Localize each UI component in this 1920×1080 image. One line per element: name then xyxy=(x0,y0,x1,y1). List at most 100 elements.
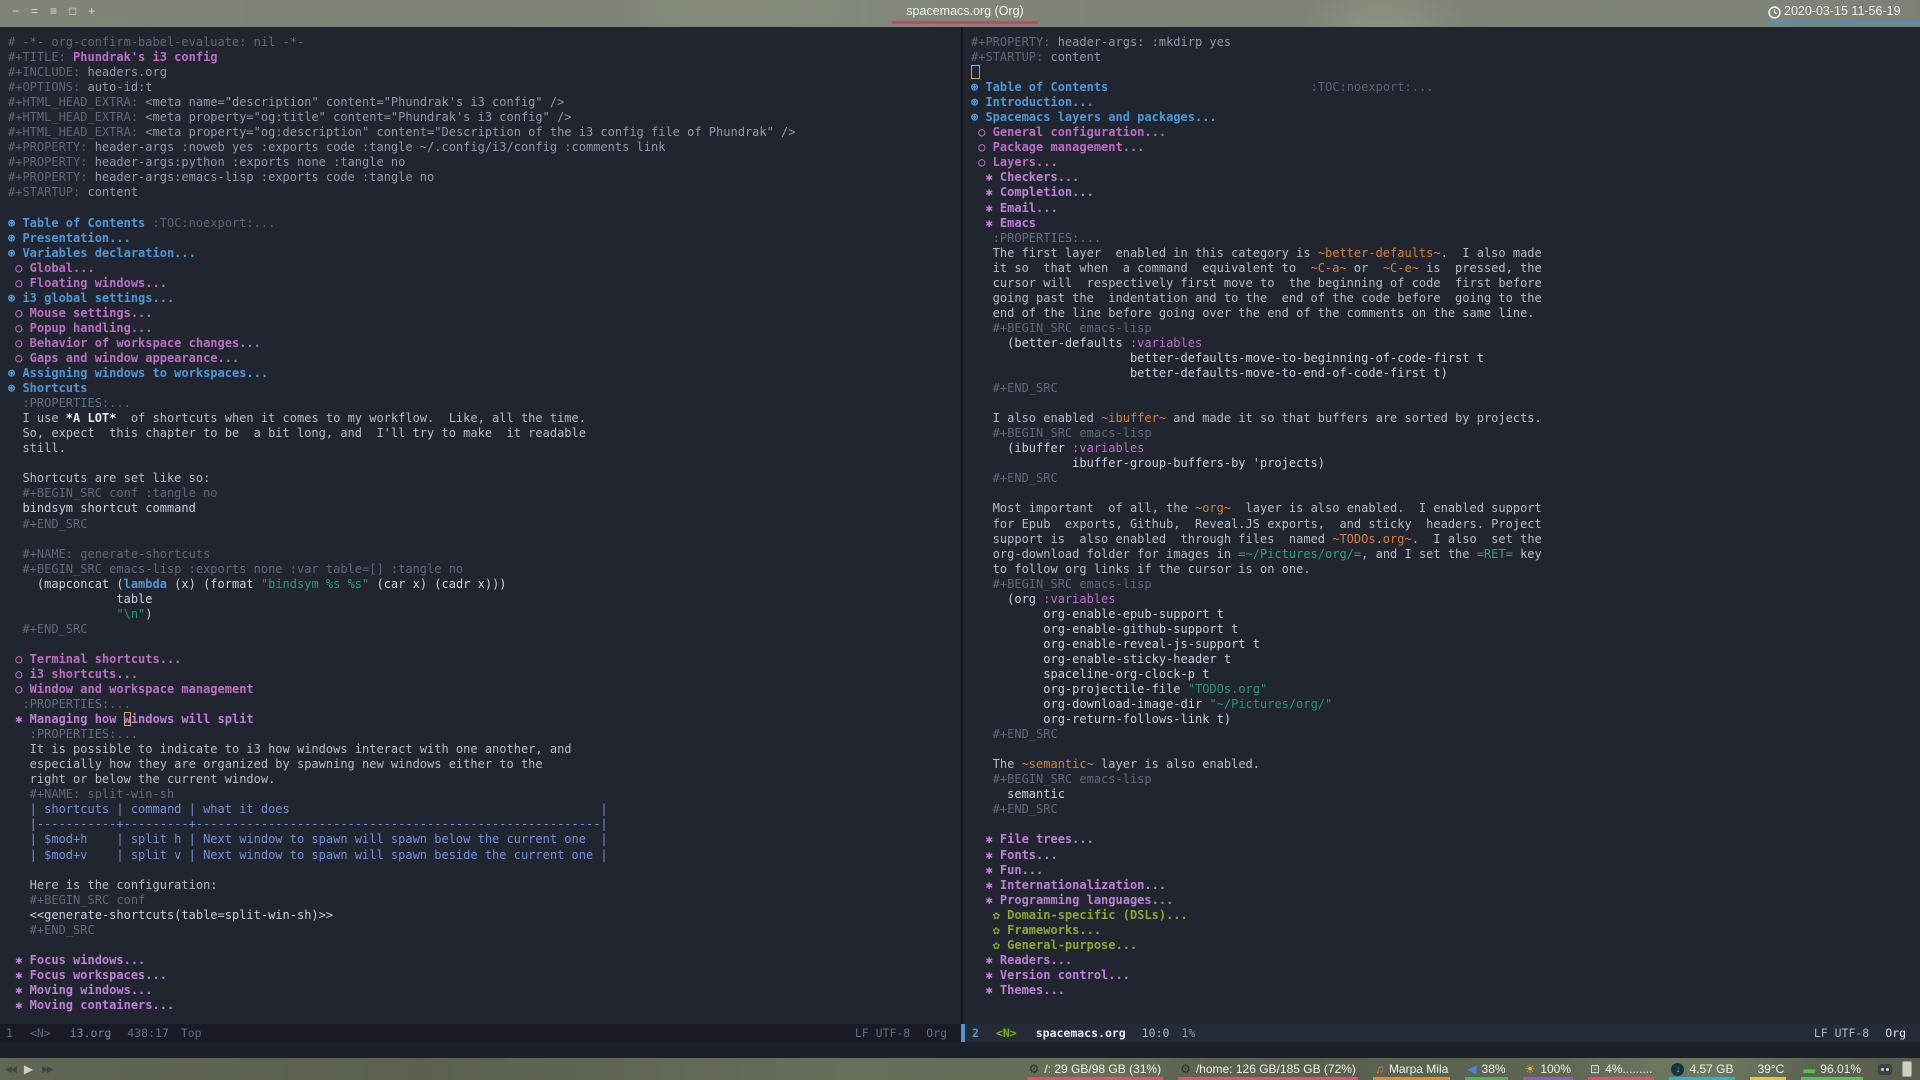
text-segment: cursor will respectively first move to t… xyxy=(971,275,1542,290)
buffer-line: ✱ Focus workspaces... xyxy=(8,968,796,983)
text-segment: Phundrak's i3 config xyxy=(73,50,218,65)
text-segment: #+STARTUP: xyxy=(971,50,1051,65)
play-button[interactable]: ▶ xyxy=(24,1062,33,1076)
buffer-line: Here is the configuration: xyxy=(8,878,796,893)
buffer-line: #+END_SRC xyxy=(8,622,796,637)
layout-icon-4[interactable]: + xyxy=(88,4,95,18)
buffer-line: ⊛ Spacemacs layers and packages... xyxy=(971,110,1542,125)
text-segment: #+BEGIN_SRC emacs-lisp xyxy=(971,576,1152,591)
text-segment: indows will split xyxy=(130,712,254,727)
status-bar: ◀◀ ▶ ▶▶ ⚙/: 29 GB/98 GB (31%) ⚙/home: 126 G… xyxy=(0,1058,1920,1080)
network-download-block[interactable]: ↓ 4.57 GB xyxy=(1669,1058,1736,1080)
text-segment: I use xyxy=(8,411,66,426)
temperature-block[interactable]: 39°C xyxy=(1750,1058,1787,1080)
text-segment: *A LOT* xyxy=(65,411,117,426)
buffer-line: ibuffer-group-buffers-by 'projects) xyxy=(971,456,1542,471)
text-segment: ⊛ Introduction... xyxy=(971,95,1094,110)
gear-icon: ⚙ xyxy=(1180,1062,1191,1076)
text-segment: ○ Layers... xyxy=(971,155,1058,170)
disk-home-block[interactable]: ⚙ /home: 126 GB/185 GB (72%) xyxy=(1178,1058,1358,1080)
volume-block[interactable]: ◀ 38% xyxy=(1465,1058,1508,1080)
buffer-pane-spacemacs-org[interactable]: #+PROPERTY: header-args: :mkdirp yes #+ST… xyxy=(963,27,1920,1024)
text-segment: #+BEGIN_SRC conf xyxy=(8,892,146,907)
buffer-line: ✿ Domain-specific (DSLs)... xyxy=(971,908,1542,923)
layout-icon-3[interactable]: □ xyxy=(69,4,76,18)
buffer-line: #+END_SRC xyxy=(8,517,796,532)
disk-root-block[interactable]: ⚙ /: 29 GB/98 GB (31%) xyxy=(1026,1058,1164,1080)
text-segment: #+END_SRC xyxy=(8,516,88,531)
text-segment: #+TITLE: xyxy=(8,50,74,65)
text-segment: to follow org links if the cursor is on … xyxy=(971,561,1311,576)
brightness-block[interactable]: ☀ 100% xyxy=(1522,1058,1574,1080)
text-segment: #+BEGIN_SRC emacs-lisp xyxy=(971,320,1152,335)
text-segment: bindsym shortcut command xyxy=(8,501,196,516)
text-segment: #+END_SRC xyxy=(8,621,88,636)
block-label: Marpa Mila xyxy=(1388,1062,1449,1076)
layout-icon-0[interactable]: − xyxy=(12,4,19,18)
text-segment: ~ibuffer~ xyxy=(1101,411,1167,426)
buffer-line: org-enable-epub-support t xyxy=(971,607,1542,622)
text-segment: ○ General configuration... xyxy=(971,125,1167,140)
text-segment: "bindsym %s %s" xyxy=(260,576,370,591)
buffer-line: cursor will respectively first move to t… xyxy=(971,276,1542,291)
buffer-line: |-----------+---------+-----------------… xyxy=(8,817,796,832)
buffer-line: #+HTML_HEAD_EXTRA: <meta property="og:de… xyxy=(8,125,796,140)
text-segment: org-projectile-file xyxy=(971,682,1188,697)
buffer-line: (org :variables xyxy=(971,592,1542,607)
text-segment: ○ Gaps and window appearance... xyxy=(8,350,240,365)
text-segment: ✿ Domain-specific (DSLs)... xyxy=(971,907,1188,922)
chat-tray-icon[interactable] xyxy=(1878,1063,1892,1075)
desktop-wallpaper: − = ≡ □ + spacemacs.org (Org) 2020-03-15 11-… xyxy=(0,0,1920,1080)
layout-icon-1[interactable]: = xyxy=(31,4,38,18)
text-segment: (x) (format xyxy=(166,576,261,591)
previous-track-button[interactable]: ◀◀ xyxy=(5,1064,17,1075)
buffer-line: ⊛ Assigning windows to workspaces... xyxy=(8,366,796,381)
text-segment: org-return-follows-link t) xyxy=(971,712,1232,727)
text-segment: <meta property="og:title" content="Phund… xyxy=(145,110,572,125)
text-segment xyxy=(8,607,116,621)
text-segment: ~org~ xyxy=(1194,501,1232,516)
text-segment: ○ Mouse settings... xyxy=(8,305,153,320)
text-cursor xyxy=(971,65,980,80)
phone-tray-icon[interactable] xyxy=(1902,1061,1912,1077)
text-segment: ✱ Moving windows... xyxy=(8,982,153,997)
system-tray xyxy=(1878,1061,1912,1077)
emacs-frame: # -*- org-confirm-babel-evaluate: nil -*… xyxy=(0,27,1920,1058)
text-segment: (ibuffer xyxy=(971,441,1073,456)
battery-block[interactable]: ▬ 96.01% xyxy=(1801,1058,1863,1080)
buffer-line: #+BEGIN_SRC emacs-lisp xyxy=(971,772,1542,787)
text-segment: headers.org xyxy=(87,65,167,80)
media-controls: ◀◀ ▶ ▶▶ xyxy=(5,1062,54,1076)
buffer-line: ○ Behavior of workspace changes... xyxy=(8,336,796,351)
buffer-line: ○ Popup handling... xyxy=(8,321,796,336)
buffer-line xyxy=(8,863,796,878)
text-segment: ✱ Focus windows... xyxy=(8,952,146,967)
active-tab-indicator xyxy=(892,21,1038,24)
buffer-line: I also enabled ~ibuffer~ and made it so … xyxy=(971,411,1542,426)
buffer-pane-i3-org[interactable]: # -*- org-confirm-babel-evaluate: nil -*… xyxy=(0,27,963,1024)
next-track-button[interactable]: ▶▶ xyxy=(42,1064,54,1075)
buffer-line: to follow org links if the cursor is on … xyxy=(971,562,1542,577)
brightness-icon: ☀ xyxy=(1524,1062,1536,1076)
text-segment: ○ Window and workspace management xyxy=(8,682,254,697)
download-icon: ↓ xyxy=(1671,1062,1685,1076)
text-segment: ~C-a~ xyxy=(1310,260,1347,275)
buffer-line: #+INCLUDE: headers.org xyxy=(8,65,796,80)
text-segment: right or below the current window. xyxy=(8,772,276,787)
text-segment: ✱ Moving containers... xyxy=(8,998,175,1012)
text-segment: ✱ Focus workspaces... xyxy=(8,967,167,982)
text-segment: going past the indentation and to the en… xyxy=(971,290,1542,305)
buffer-line: #+PROPERTY: header-args: :mkdirp yes xyxy=(971,35,1542,50)
text-segment: It is possible to indicate to i3 how win… xyxy=(8,742,572,757)
cpu-block[interactable]: ⊡ 4%......... xyxy=(1588,1058,1655,1080)
text-segment: ⊛ Variables declaration... xyxy=(8,245,196,260)
screen-icon: ⊡ xyxy=(1590,1062,1601,1076)
text-segment: "\n" xyxy=(116,606,146,621)
evil-state: <N> xyxy=(29,1026,51,1040)
block-label: /: 29 GB/98 GB (31%) xyxy=(1044,1062,1162,1076)
music-block[interactable]: ♫ Marpa Mila xyxy=(1372,1058,1451,1080)
window-title-tab[interactable]: spacemacs.org (Org) xyxy=(892,0,1038,27)
buffer-line: Shortcuts are set like so: xyxy=(8,471,796,486)
layout-icon-2[interactable]: ≡ xyxy=(50,4,57,18)
text-segment: |-----------+---------+-----------------… xyxy=(8,817,608,832)
